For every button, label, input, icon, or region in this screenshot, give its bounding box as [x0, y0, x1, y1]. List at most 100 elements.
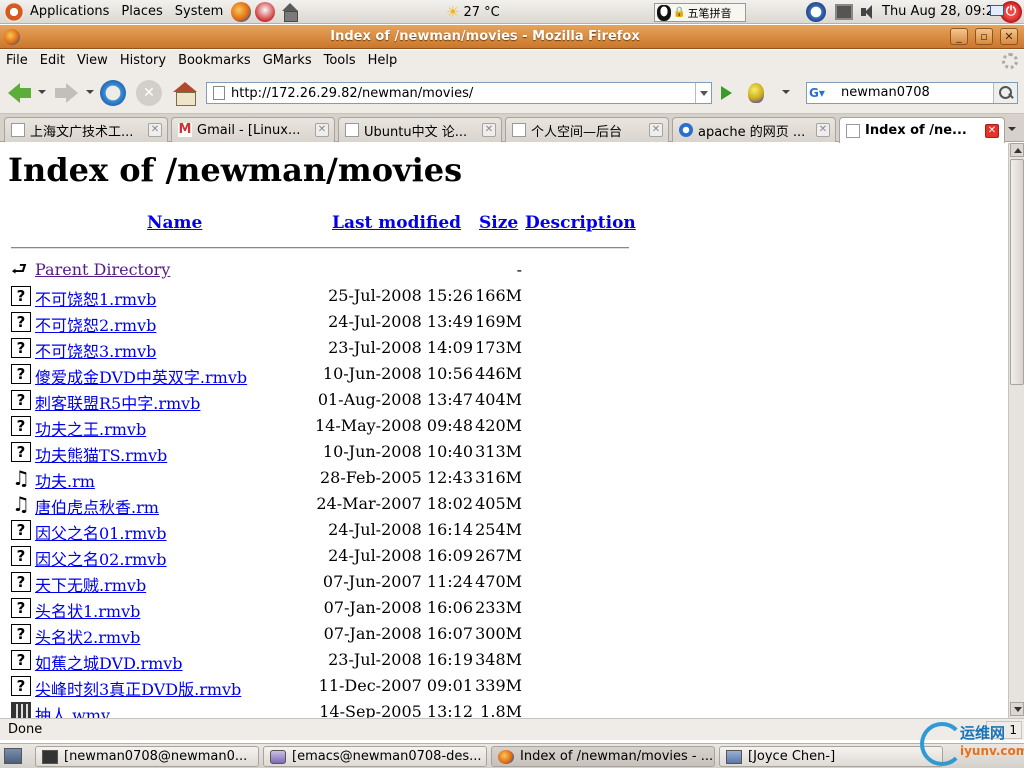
- parent-directory-link[interactable]: Parent Directory: [35, 260, 170, 279]
- minimize-button[interactable]: _: [950, 28, 968, 45]
- table-row: ? 不可饶恕1.rmvb 25-Jul-2008 15:26 166M: [0, 283, 640, 309]
- network-icon[interactable]: [835, 4, 853, 20]
- file-link[interactable]: 唐伯虎点秋香.rm: [35, 494, 159, 518]
- tab-close-icon[interactable]: ✕: [985, 123, 999, 138]
- size-cell: 254M: [475, 520, 522, 539]
- sort-by-name-link[interactable]: Name: [147, 213, 202, 233]
- last-modified-cell: 24-Jul-2008 16:14: [328, 520, 473, 539]
- file-link[interactable]: 抽人.wmv: [35, 702, 110, 718]
- table-row: ? 功夫之王.rmvb 14-May-2008 09:48 420M: [0, 413, 640, 439]
- ubuntu-icon: [679, 123, 693, 137]
- input-method-indicator[interactable]: 🔒 五笔拼音: [654, 3, 746, 22]
- last-modified-cell: 10-Jun-2008 10:56: [322, 364, 473, 383]
- menu-tools[interactable]: Tools: [318, 50, 362, 72]
- tab-2[interactable]: M Gmail - [Linux... ✕: [171, 117, 335, 142]
- forward-history-chevron-down-icon[interactable]: [86, 90, 94, 94]
- window-titlebar[interactable]: Index of /newman/movies - Mozilla Firefo…: [0, 25, 1024, 49]
- scroll-down-button[interactable]: [1010, 702, 1024, 716]
- scroll-up-button[interactable]: [1010, 143, 1024, 157]
- taskbar-firefox[interactable]: Index of /newman/movies - ...: [491, 746, 715, 767]
- file-link[interactable]: 头名状1.rmvb: [35, 598, 140, 622]
- lightbulb-icon[interactable]: [748, 83, 764, 103]
- menu-edit[interactable]: Edit: [34, 50, 71, 72]
- url-input[interactable]: http://172.26.29.82/newman/movies/: [231, 86, 473, 101]
- tab-label: Ubuntu中文 论...: [364, 124, 468, 140]
- unknown-file-icon: ?: [11, 338, 31, 358]
- file-link[interactable]: 天下无贼.rmvb: [35, 572, 146, 596]
- search-icon[interactable]: [993, 83, 1017, 103]
- tab-list-chevron-down-icon[interactable]: [1004, 120, 1020, 138]
- file-link[interactable]: 因父之名01.rmvb: [35, 520, 167, 544]
- file-link[interactable]: 功夫熊猫TS.rmvb: [35, 442, 167, 466]
- sort-by-size-link[interactable]: Size: [479, 213, 518, 233]
- file-link[interactable]: 如蕉之城DVD.rmvb: [35, 650, 183, 674]
- tab-4[interactable]: 个人空间—后台 ✕: [505, 117, 669, 142]
- tab-1[interactable]: 上海文广技术工... ✕: [4, 117, 168, 142]
- clock[interactable]: Thu Aug 28, 09:21: [882, 0, 1002, 24]
- tab-close-icon[interactable]: ✕: [148, 123, 162, 137]
- weather-applet[interactable]: ☀ 27 °C: [446, 0, 500, 24]
- file-link[interactable]: 功夫之王.rmvb: [35, 416, 146, 440]
- url-bar[interactable]: http://172.26.29.82/newman/movies/: [206, 82, 712, 104]
- back-history-chevron-down-icon[interactable]: [38, 90, 46, 94]
- tab-close-icon[interactable]: ✕: [315, 123, 329, 137]
- menu-gmarks[interactable]: GMarks: [257, 50, 318, 72]
- menu-file[interactable]: File: [0, 50, 34, 72]
- file-link[interactable]: 刺客联盟R5中字.rmvb: [35, 390, 200, 414]
- file-link[interactable]: 傻爱成金DVD中英双字.rmvb: [35, 364, 247, 388]
- emacs-icon: [270, 749, 286, 764]
- lightbulb-chevron-down-icon[interactable]: [782, 90, 790, 94]
- menu-view[interactable]: View: [71, 50, 114, 72]
- search-input[interactable]: newman0708: [841, 83, 930, 103]
- file-link[interactable]: 不可饶恕1.rmvb: [35, 286, 156, 310]
- menu-history[interactable]: History: [114, 50, 172, 72]
- volume-icon[interactable]: [860, 2, 876, 22]
- file-link[interactable]: 因父之名02.rmvb: [35, 546, 167, 570]
- file-link[interactable]: 不可饶恕2.rmvb: [35, 312, 156, 336]
- update-notifier-icon[interactable]: [806, 2, 826, 22]
- back-button[interactable]: [8, 80, 34, 106]
- size-cell: 313M: [475, 442, 522, 461]
- maximize-button[interactable]: ▫: [975, 28, 993, 45]
- reload-button[interactable]: [100, 80, 126, 106]
- menu-help[interactable]: Help: [362, 50, 404, 72]
- tab-close-icon[interactable]: ✕: [649, 123, 663, 137]
- file-link[interactable]: 头名状2.rmvb: [35, 624, 140, 648]
- close-button[interactable]: ✕: [1000, 28, 1018, 45]
- tab-3[interactable]: Ubuntu中文 论... ✕: [338, 117, 502, 142]
- places-menu[interactable]: Places: [115, 0, 168, 24]
- file-link[interactable]: 不可饶恕3.rmvb: [35, 338, 156, 362]
- applications-menu[interactable]: Applications: [24, 0, 115, 24]
- menu-bookmarks[interactable]: Bookmarks: [172, 50, 257, 72]
- home-folder-icon[interactable]: [281, 2, 299, 22]
- size-cell: 169M: [475, 312, 522, 331]
- file-link[interactable]: 功夫.rm: [35, 468, 95, 492]
- forward-button[interactable]: [54, 80, 80, 106]
- search-box[interactable]: G▾ newman0708: [806, 82, 1018, 104]
- taskbar-emacs[interactable]: [emacs@newman0708-des...: [263, 746, 487, 767]
- taskbar-terminal[interactable]: [newman0708@newman0...: [35, 746, 259, 767]
- mail-notify-icon[interactable]: [990, 5, 1004, 16]
- stop-button[interactable]: ✕: [136, 80, 162, 106]
- scrollbar-thumb[interactable]: [1010, 159, 1024, 385]
- tab-close-icon[interactable]: ✕: [816, 123, 830, 137]
- vertical-scrollbar[interactable]: [1008, 143, 1024, 718]
- unknown-file-icon: ?: [11, 572, 31, 592]
- taskbar-pidgin[interactable]: [Joyce Chen-]: [719, 746, 943, 767]
- tab-close-icon[interactable]: ✕: [482, 123, 496, 137]
- ubuntu-logo-icon[interactable]: [4, 1, 24, 22]
- tab-5[interactable]: apache 的网页 ... ✕: [672, 117, 836, 142]
- file-link[interactable]: 尖峰时刻3真正DVD版.rmvb: [35, 676, 241, 700]
- tab-6-active[interactable]: Index of /ne... ✕: [839, 117, 1005, 143]
- google-engine-icon[interactable]: G▾: [809, 85, 835, 101]
- show-desktop-icon[interactable]: [4, 748, 22, 764]
- sort-by-description-link[interactable]: Description: [525, 213, 636, 233]
- home-button[interactable]: [172, 80, 198, 106]
- system-menu[interactable]: System: [169, 0, 229, 24]
- page-icon: [345, 123, 359, 137]
- firefox-launcher-icon[interactable]: [231, 1, 252, 22]
- go-button[interactable]: [716, 84, 736, 102]
- mail-launcher-icon[interactable]: [255, 1, 276, 22]
- url-history-chevron-down-icon[interactable]: [695, 83, 711, 103]
- sort-by-modified-link[interactable]: Last modified: [332, 213, 461, 233]
